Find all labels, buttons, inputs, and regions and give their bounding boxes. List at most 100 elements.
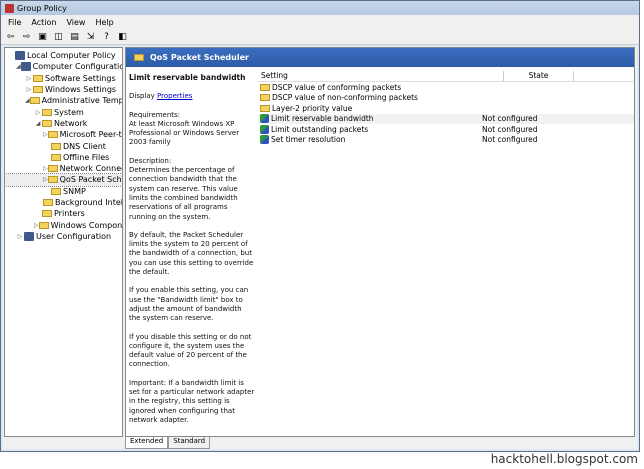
menu-help[interactable]: Help	[90, 18, 118, 27]
group-policy-window: Group Policy File Action View Help ⇦ ⇨ ▣ ◫ ▤ ⇲? ◧…	[0, 0, 640, 452]
tree-node[interactable]: ◢ Computer Configuration	[5, 61, 122, 72]
expand-icon[interactable]: ▷	[34, 109, 42, 116]
folder-icon	[260, 94, 270, 102]
tree-node[interactable]: ▷Microsoft Peer-to-Peer Networking Servi…	[5, 129, 122, 140]
tree-node-label: Software Settings	[45, 73, 116, 83]
menu-view[interactable]: View	[61, 18, 90, 27]
setting-name: Limit outstanding packets	[271, 124, 369, 134]
setting-cell: DSCP value of conforming packets	[258, 83, 478, 92]
setting-row[interactable]: Set timer resolution Not configured	[258, 135, 634, 146]
tree-node[interactable]: ▷ Windows Settings	[5, 84, 122, 95]
policy-icon	[260, 124, 269, 134]
folder-icon	[33, 74, 43, 82]
computer-icon	[20, 62, 31, 72]
help-icon[interactable]: ?	[101, 31, 112, 42]
setting-row[interactable]: DSCP value of non-conforming packets	[258, 93, 634, 104]
setting-name: Layer-2 priority value	[272, 103, 353, 113]
policy-icon	[260, 114, 269, 124]
tree-node[interactable]: ▷ System	[5, 106, 122, 117]
forward-icon[interactable]: ⇨	[21, 31, 32, 42]
tree-node-label: QoS Packet Scheduler	[59, 175, 122, 185]
folder-icon	[42, 108, 52, 116]
tree-node[interactable]: ◢ Network	[5, 118, 122, 129]
setting-state: Not configured	[482, 124, 538, 134]
setting-row[interactable]: Limit outstanding packets Not configured	[258, 124, 634, 135]
setting-name: DSCP value of non-conforming packets	[272, 93, 418, 103]
description-panel: Limit reservable bandwidth Display Prope…	[126, 67, 258, 424]
tree-node[interactable]: ◢Administrative Templates	[5, 95, 122, 106]
description-paragraph: Important: If a bandwidth limit is set f…	[129, 378, 255, 424]
folder-icon	[260, 104, 270, 112]
tree-node[interactable]: Offline Files	[5, 152, 122, 163]
folder-icon	[51, 142, 61, 150]
tree-node[interactable]: ▷ Software Settings	[5, 73, 122, 84]
setting-row[interactable]: Layer-2 priority value	[258, 103, 634, 114]
tree-node-label: Network	[54, 118, 88, 128]
tree-node[interactable]: ▷QoS Packet Scheduler	[5, 173, 122, 187]
expand-icon[interactable]: ◢	[16, 63, 21, 70]
watermark: hacktohell.blogspot.com	[490, 452, 638, 466]
tree-node[interactable]: SNMP	[5, 186, 122, 197]
expand-icon[interactable]: ▷	[25, 86, 33, 93]
tree-node-label: Windows Components	[50, 220, 123, 230]
settings-list: Setting State DSCP value of conforming pa…	[258, 71, 634, 424]
description-title: Limit reservable bandwidth	[129, 73, 246, 82]
setting-row[interactable]: Limit reservable bandwidth Not configured	[258, 113, 634, 124]
folder-icon	[134, 54, 144, 61]
tree-node[interactable]: DNS Client	[5, 140, 122, 151]
description-paragraph: Requirements: At least Microsoft Windows…	[129, 110, 240, 147]
setting-cell: Limit outstanding packets	[258, 124, 478, 134]
folder-icon	[29, 97, 40, 105]
tree-node-label: Background Intelligent Transfer Service	[55, 198, 123, 207]
folder-icon	[42, 210, 52, 218]
setting-name: DSCP value of conforming packets	[272, 82, 402, 92]
tree-node-label: Printers	[54, 209, 85, 219]
extended-view-icon[interactable]: ◧	[117, 31, 128, 42]
description-paragraph: If you enable this setting, you can use …	[129, 286, 249, 323]
folder-icon	[47, 176, 58, 184]
tab-standard[interactable]: Standard	[168, 437, 211, 449]
back-icon[interactable]: ⇦	[5, 31, 16, 42]
tree-node[interactable]: Printers	[5, 208, 122, 219]
export-list-icon[interactable]: ⇲	[85, 31, 96, 42]
expand-icon[interactable]: ▷	[16, 233, 24, 240]
column-header-setting[interactable]: Setting	[258, 71, 504, 81]
properties-icon[interactable]: ▤	[69, 31, 80, 42]
setting-cell: DSCP value of non-conforming packets	[258, 93, 478, 102]
setting-state: Not configured	[482, 114, 538, 124]
tab-extended[interactable]: Extended	[125, 437, 169, 449]
menu-file[interactable]: File	[3, 18, 26, 27]
folder-icon	[260, 83, 270, 91]
tree-pane[interactable]: Local Computer Policy ◢ Computer Configura…	[4, 47, 123, 437]
tree-node-label: SNMP	[63, 186, 86, 196]
details-pane: QoS Packet Scheduler Limit reservable ba…	[125, 47, 635, 437]
toolbar: ⇦ ⇨ ▣ ◫ ▤ ⇲? ◧	[1, 29, 639, 45]
window-title: Group Policy	[17, 3, 67, 13]
tree-node[interactable]: ▷Windows Components	[5, 219, 122, 230]
expand-icon[interactable]: ▷	[25, 75, 33, 82]
tree-node[interactable]: ▷ User Configuration	[5, 231, 122, 242]
up-folder-icon[interactable]: ▣	[37, 31, 48, 42]
description-paragraph: By default, the Packet Scheduler limits …	[129, 230, 254, 277]
setting-name: Limit reservable bandwidth	[271, 114, 374, 124]
menu-bar: File Action View Help	[1, 15, 639, 29]
tree-node-label: Local Computer Policy	[27, 51, 116, 61]
tree-node-label: System	[54, 107, 84, 117]
column-header-state[interactable]: State	[504, 71, 574, 81]
tree-node-label: DNS Client	[63, 141, 106, 151]
tree-node[interactable]: Background Intelligent Transfer Service	[5, 197, 122, 208]
menu-action[interactable]: Action	[26, 18, 61, 27]
show-hide-tree-icon[interactable]: ◫	[53, 31, 64, 42]
folder-icon	[38, 221, 49, 229]
tree-node[interactable]: ▷Network Connections	[5, 163, 122, 174]
folder-icon	[47, 131, 58, 139]
setting-state: Not configured	[482, 135, 538, 145]
properties-link[interactable]: Properties	[157, 92, 192, 100]
tree-node[interactable]: Local Computer Policy	[5, 50, 122, 61]
expand-icon[interactable]: ◢	[34, 120, 42, 127]
computer-icon	[24, 231, 34, 241]
computer-icon	[15, 51, 25, 61]
tree-node-label: Network Connections	[59, 164, 122, 174]
title-bar: Group Policy	[1, 1, 639, 15]
setting-row[interactable]: DSCP value of conforming packets	[258, 82, 634, 93]
